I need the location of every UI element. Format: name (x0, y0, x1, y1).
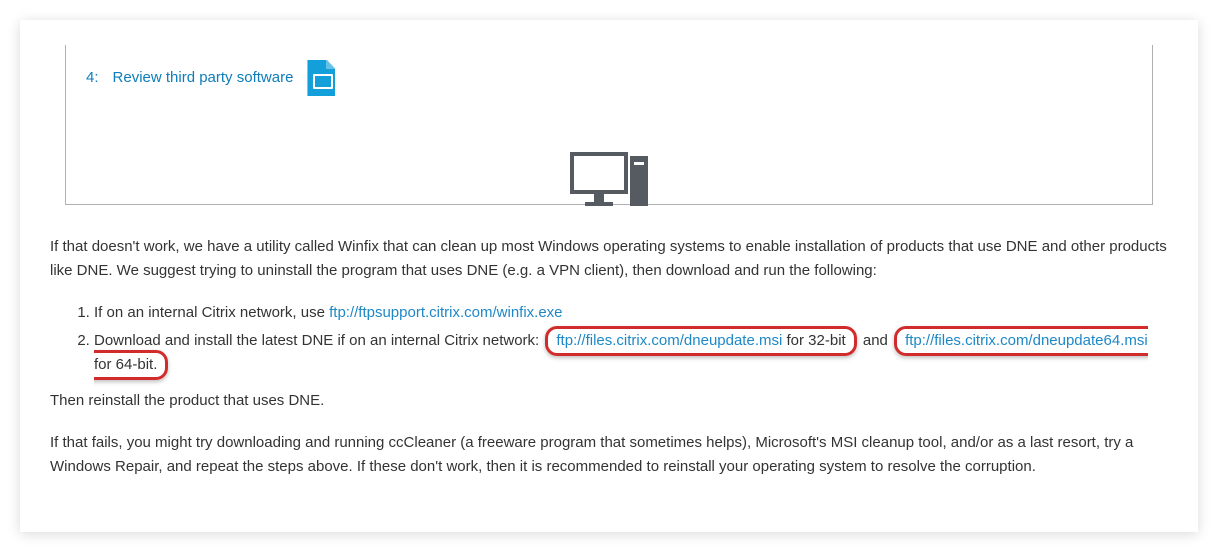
step-outline-box: 4: Review third party software (65, 45, 1153, 205)
tower-icon (630, 156, 648, 206)
step-label: Review third party software (113, 66, 294, 90)
step-number: 4: (86, 66, 99, 90)
list-item: Download and install the latest DNE if o… (94, 329, 1168, 377)
list-text: and (859, 332, 892, 349)
document-icon (307, 60, 335, 96)
step-row: 4: Review third party software (86, 60, 1132, 96)
list-text: for 64-bit. (94, 356, 157, 373)
list-text: Download and install the latest DNE if o… (94, 332, 543, 349)
highlight-32bit: ftp://files.citrix.com/dneupdate.msi for… (545, 326, 856, 356)
list-text: for 32-bit (782, 332, 845, 349)
list-item: If on an internal Citrix network, use ft… (94, 301, 1168, 325)
dne-32bit-link[interactable]: ftp://files.citrix.com/dneupdate.msi (556, 332, 782, 349)
steps-list: If on an internal Citrix network, use ft… (80, 301, 1168, 377)
computer-icon (570, 152, 648, 206)
dne-64bit-link[interactable]: ftp://files.citrix.com/dneupdate64.msi (905, 332, 1148, 349)
winfix-link[interactable]: ftp://ftpsupport.citrix.com/winfix.exe (329, 304, 562, 321)
paragraph-intro: If that doesn't work, we have a utility … (50, 235, 1168, 283)
list-text: If on an internal Citrix network, use (94, 304, 329, 321)
paragraph-fallback: If that fails, you might try downloading… (50, 431, 1168, 479)
paragraph-then: Then reinstall the product that uses DNE… (50, 389, 1168, 413)
monitor-icon (570, 152, 628, 206)
article-card: 4: Review third party software If that d… (20, 20, 1198, 532)
